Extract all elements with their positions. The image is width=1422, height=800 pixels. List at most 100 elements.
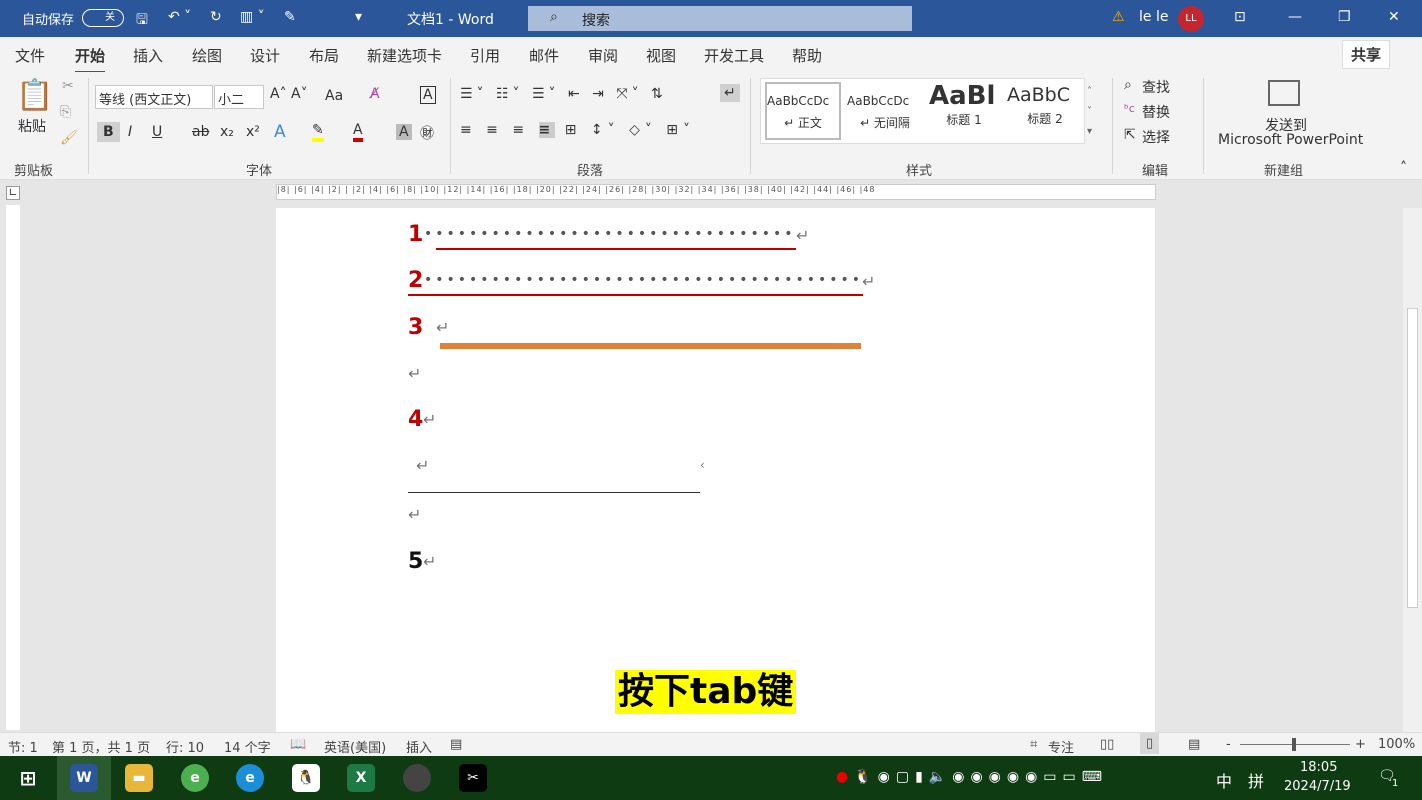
- replace-button[interactable]: 替换: [1142, 102, 1170, 122]
- tab-new[interactable]: 新建选项卡: [367, 45, 442, 66]
- collapse-ribbon-icon[interactable]: ˄: [1400, 160, 1407, 176]
- powerpoint-icon[interactable]: [1268, 80, 1300, 106]
- status-words[interactable]: 14 个字: [224, 737, 271, 756]
- clock-date[interactable]: 2024/7/19: [1284, 779, 1351, 794]
- tab-selector-icon[interactable]: ∟: [6, 186, 20, 200]
- subscript-icon[interactable]: x₂: [220, 124, 234, 140]
- status-mode[interactable]: 插入: [406, 737, 432, 756]
- paste-icon[interactable]: 📋: [16, 78, 53, 113]
- edge-icon[interactable]: e: [236, 764, 264, 792]
- style-heading-2[interactable]: AaBbC 标题 2: [1007, 84, 1083, 127]
- word-icon[interactable]: W: [70, 764, 98, 792]
- paste-button[interactable]: 粘贴: [18, 116, 46, 136]
- char-shading-icon[interactable]: A: [396, 124, 412, 140]
- draw-icon[interactable]: ✎: [284, 9, 296, 25]
- tab-draw[interactable]: 绘图: [192, 45, 222, 66]
- bold-icon[interactable]: B: [97, 122, 120, 142]
- status-language[interactable]: 英语(美国): [324, 737, 386, 756]
- status-page[interactable]: 第 1 页，共 1 页: [52, 737, 150, 756]
- styles-scroll-icon[interactable]: ˄ ˅ ▾: [1087, 82, 1092, 142]
- user-name[interactable]: le le: [1139, 9, 1168, 25]
- send-to-ppt-button[interactable]: Microsoft PowerPoint: [1218, 132, 1363, 148]
- italic-icon[interactable]: I: [128, 124, 132, 140]
- grow-font-icon[interactable]: A˄ A˅: [270, 86, 308, 102]
- find-icon[interactable]: ⌕: [1124, 77, 1132, 93]
- vertical-ruler[interactable]: [6, 205, 20, 730]
- tab-mailings[interactable]: 邮件: [529, 45, 559, 66]
- tab-review[interactable]: 审阅: [588, 45, 618, 66]
- clock-time[interactable]: 18:05: [1300, 760, 1337, 775]
- print-layout-icon[interactable]: ▯: [1140, 733, 1160, 754]
- style-heading-1[interactable]: AaBl 标题 1: [929, 81, 999, 128]
- tab-file[interactable]: 文件: [15, 45, 45, 66]
- autosave-toggle[interactable]: 关: [82, 9, 124, 27]
- char-border-icon[interactable]: A: [420, 86, 436, 104]
- highlight-icon[interactable]: ✎: [312, 122, 324, 142]
- style-no-spacing[interactable]: AaBbCcDc ↵ 无间隔: [847, 84, 923, 131]
- zoom-slider[interactable]: [1240, 738, 1350, 751]
- change-case-button[interactable]: Aa: [325, 88, 343, 104]
- tab-developer[interactable]: 开发工具: [704, 45, 764, 66]
- restore-icon[interactable]: ❐: [1338, 9, 1351, 25]
- font-color-icon[interactable]: A: [353, 122, 363, 142]
- superscript-icon[interactable]: x²: [246, 124, 260, 140]
- capcut-icon[interactable]: ✂: [459, 764, 487, 792]
- minimize-icon[interactable]: —: [1288, 9, 1302, 25]
- strikethrough-icon[interactable]: ab: [192, 124, 209, 140]
- tab-home[interactable]: 开始: [75, 45, 106, 74]
- zoom-slider-thumb[interactable]: [1292, 738, 1296, 751]
- clear-format-icon[interactable]: A̸: [370, 86, 380, 102]
- list-icons[interactable]: ☰˅ ☷˅ ☰˅ ⇤ ⇥ ⤧˅ ⇅: [460, 86, 667, 102]
- proofing-icon[interactable]: 📖: [290, 737, 306, 752]
- web-layout-icon[interactable]: ▤: [1188, 737, 1200, 752]
- macro-icon[interactable]: ▤: [450, 737, 462, 752]
- format-painter-icon[interactable]: 🖌: [60, 130, 78, 146]
- horizontal-ruler[interactable]: |8| |6| |4| |2| | |2| |4| |6| |8| |10| |…: [276, 184, 1156, 200]
- avatar[interactable]: LL: [1178, 6, 1204, 32]
- show-marks-icon[interactable]: ↵: [720, 84, 740, 102]
- ime-indicator[interactable]: 中: [1216, 768, 1232, 792]
- read-mode-icon[interactable]: ▯▯: [1100, 737, 1114, 752]
- app-icon[interactable]: [403, 764, 431, 792]
- find-button[interactable]: 查找: [1142, 77, 1170, 97]
- tab-design[interactable]: 设计: [250, 45, 280, 66]
- font-size-select[interactable]: 小二: [214, 85, 264, 109]
- select-icon[interactable]: ⇱: [1124, 127, 1136, 143]
- zoom-level[interactable]: 100%: [1378, 737, 1415, 752]
- save-icon[interactable]: 🖫: [136, 9, 148, 33]
- enclose-char-icon[interactable]: ㊖: [420, 123, 434, 143]
- ime-mode[interactable]: 拼: [1248, 768, 1264, 792]
- font-name-select[interactable]: 等线 (西文正文): [95, 85, 213, 109]
- tab-view[interactable]: 视图: [646, 45, 676, 66]
- redo-icon[interactable]: ↻: [210, 9, 222, 25]
- style-normal[interactable]: AaBbCcDc ↵ 正文: [765, 82, 841, 140]
- tab-references[interactable]: 引用: [470, 45, 500, 66]
- share-button[interactable]: 共享: [1342, 40, 1391, 69]
- tab-layout[interactable]: 布局: [309, 45, 339, 66]
- ie-browser-icon[interactable]: e: [181, 764, 209, 792]
- undo-icon[interactable]: ↶ ˅: [168, 9, 191, 25]
- ribbon-display-icon[interactable]: ⊡: [1234, 9, 1246, 25]
- scrollbar-thumb[interactable]: [1407, 308, 1418, 608]
- excel-icon[interactable]: X: [347, 764, 375, 792]
- file-explorer-icon[interactable]: ▬: [125, 764, 153, 792]
- start-icon[interactable]: ⊞: [14, 764, 42, 792]
- columns-icon[interactable]: ▥ ˅: [240, 9, 265, 25]
- cut-icon[interactable]: ✂: [62, 78, 74, 94]
- text-effects-icon[interactable]: A: [274, 122, 286, 142]
- search-box[interactable]: ⌕ 搜索: [528, 6, 912, 31]
- replace-icon[interactable]: ᵇc: [1124, 102, 1135, 115]
- vertical-scrollbar[interactable]: [1403, 208, 1422, 732]
- underline-icon[interactable]: U: [152, 124, 162, 140]
- focus-icon[interactable]: ⌗: [1030, 737, 1037, 752]
- tab-insert[interactable]: 插入: [133, 45, 163, 66]
- system-tray-icons[interactable]: ●🐧◉▢▮🔈◉◉◉◉◉▭▭⌨: [836, 769, 1108, 785]
- qq-icon[interactable]: 🐧: [292, 764, 320, 792]
- select-button[interactable]: 选择: [1142, 127, 1170, 147]
- zoom-in-button[interactable]: +: [1355, 737, 1366, 752]
- align-icons[interactable]: ≡ ≡ ≡ ≡ ⊞ ↕˅ ◇˅ ⊞˅: [460, 122, 695, 138]
- copy-icon[interactable]: ⎘: [60, 104, 71, 120]
- focus-button[interactable]: 专注: [1048, 737, 1074, 756]
- close-icon[interactable]: ✕: [1388, 9, 1400, 25]
- customize-icon[interactable]: ▾: [355, 9, 362, 25]
